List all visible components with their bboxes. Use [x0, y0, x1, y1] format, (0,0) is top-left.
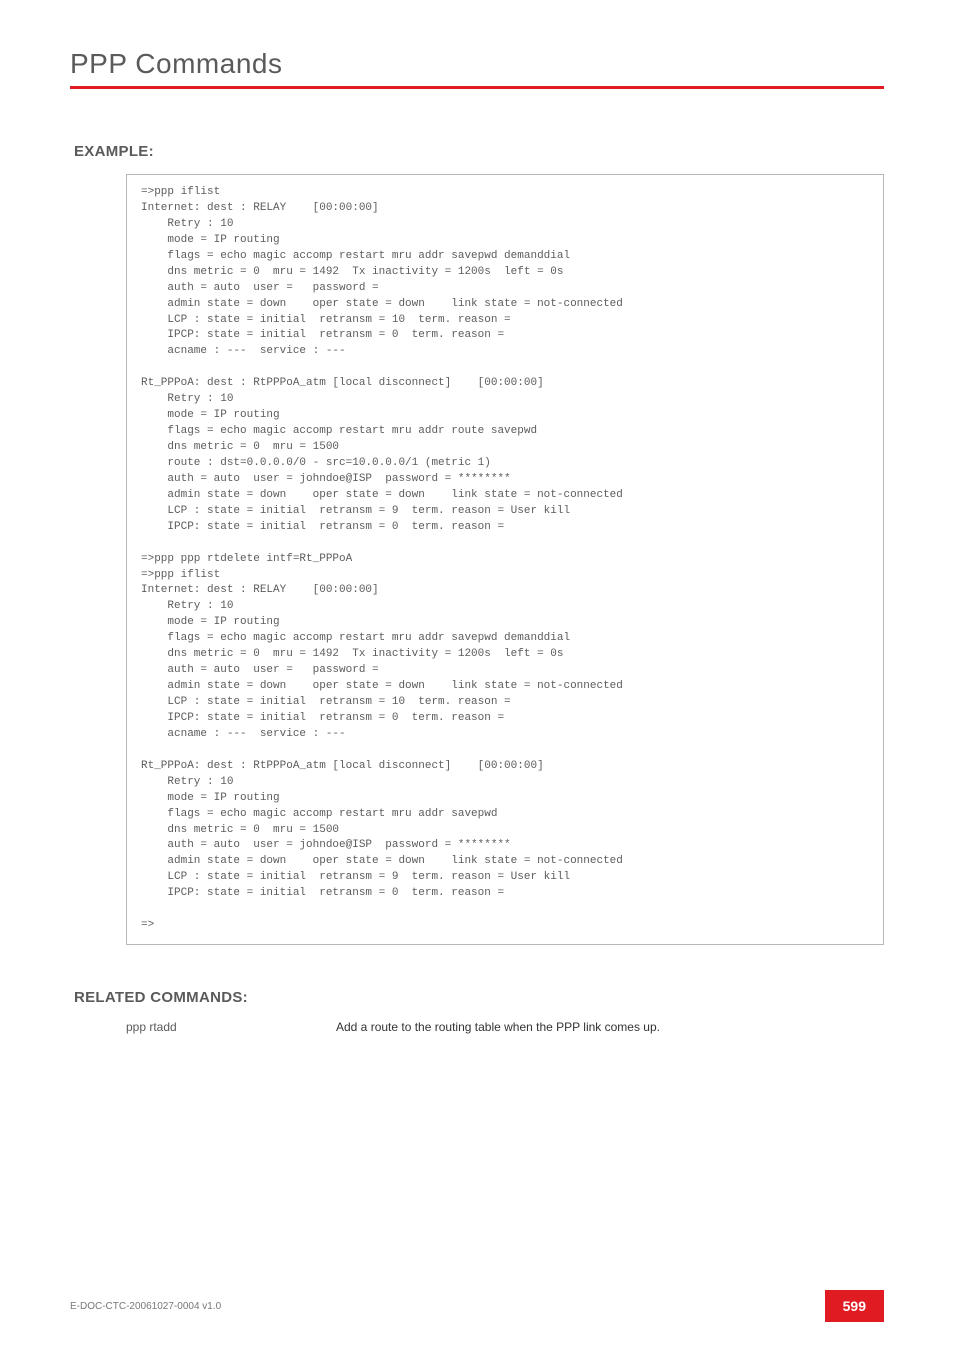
page-number: 599	[825, 1290, 884, 1322]
code-block: =>ppp iflist Internet: dest : RELAY [00:…	[126, 174, 884, 945]
page-footer: E-DOC-CTC-20061027-0004 v1.0 599	[70, 1290, 884, 1322]
header-rule	[70, 86, 884, 89]
document-id: E-DOC-CTC-20061027-0004 v1.0	[70, 1301, 221, 1312]
related-command-row: ppp rtadd Add a route to the routing tab…	[126, 1020, 884, 1034]
chapter-title: PPP Commands	[70, 48, 884, 80]
example-label: EXAMPLE:	[74, 143, 884, 160]
related-commands-label: RELATED COMMANDS:	[74, 989, 884, 1006]
related-command-name: ppp rtadd	[126, 1020, 336, 1034]
related-command-description: Add a route to the routing table when th…	[336, 1020, 660, 1034]
